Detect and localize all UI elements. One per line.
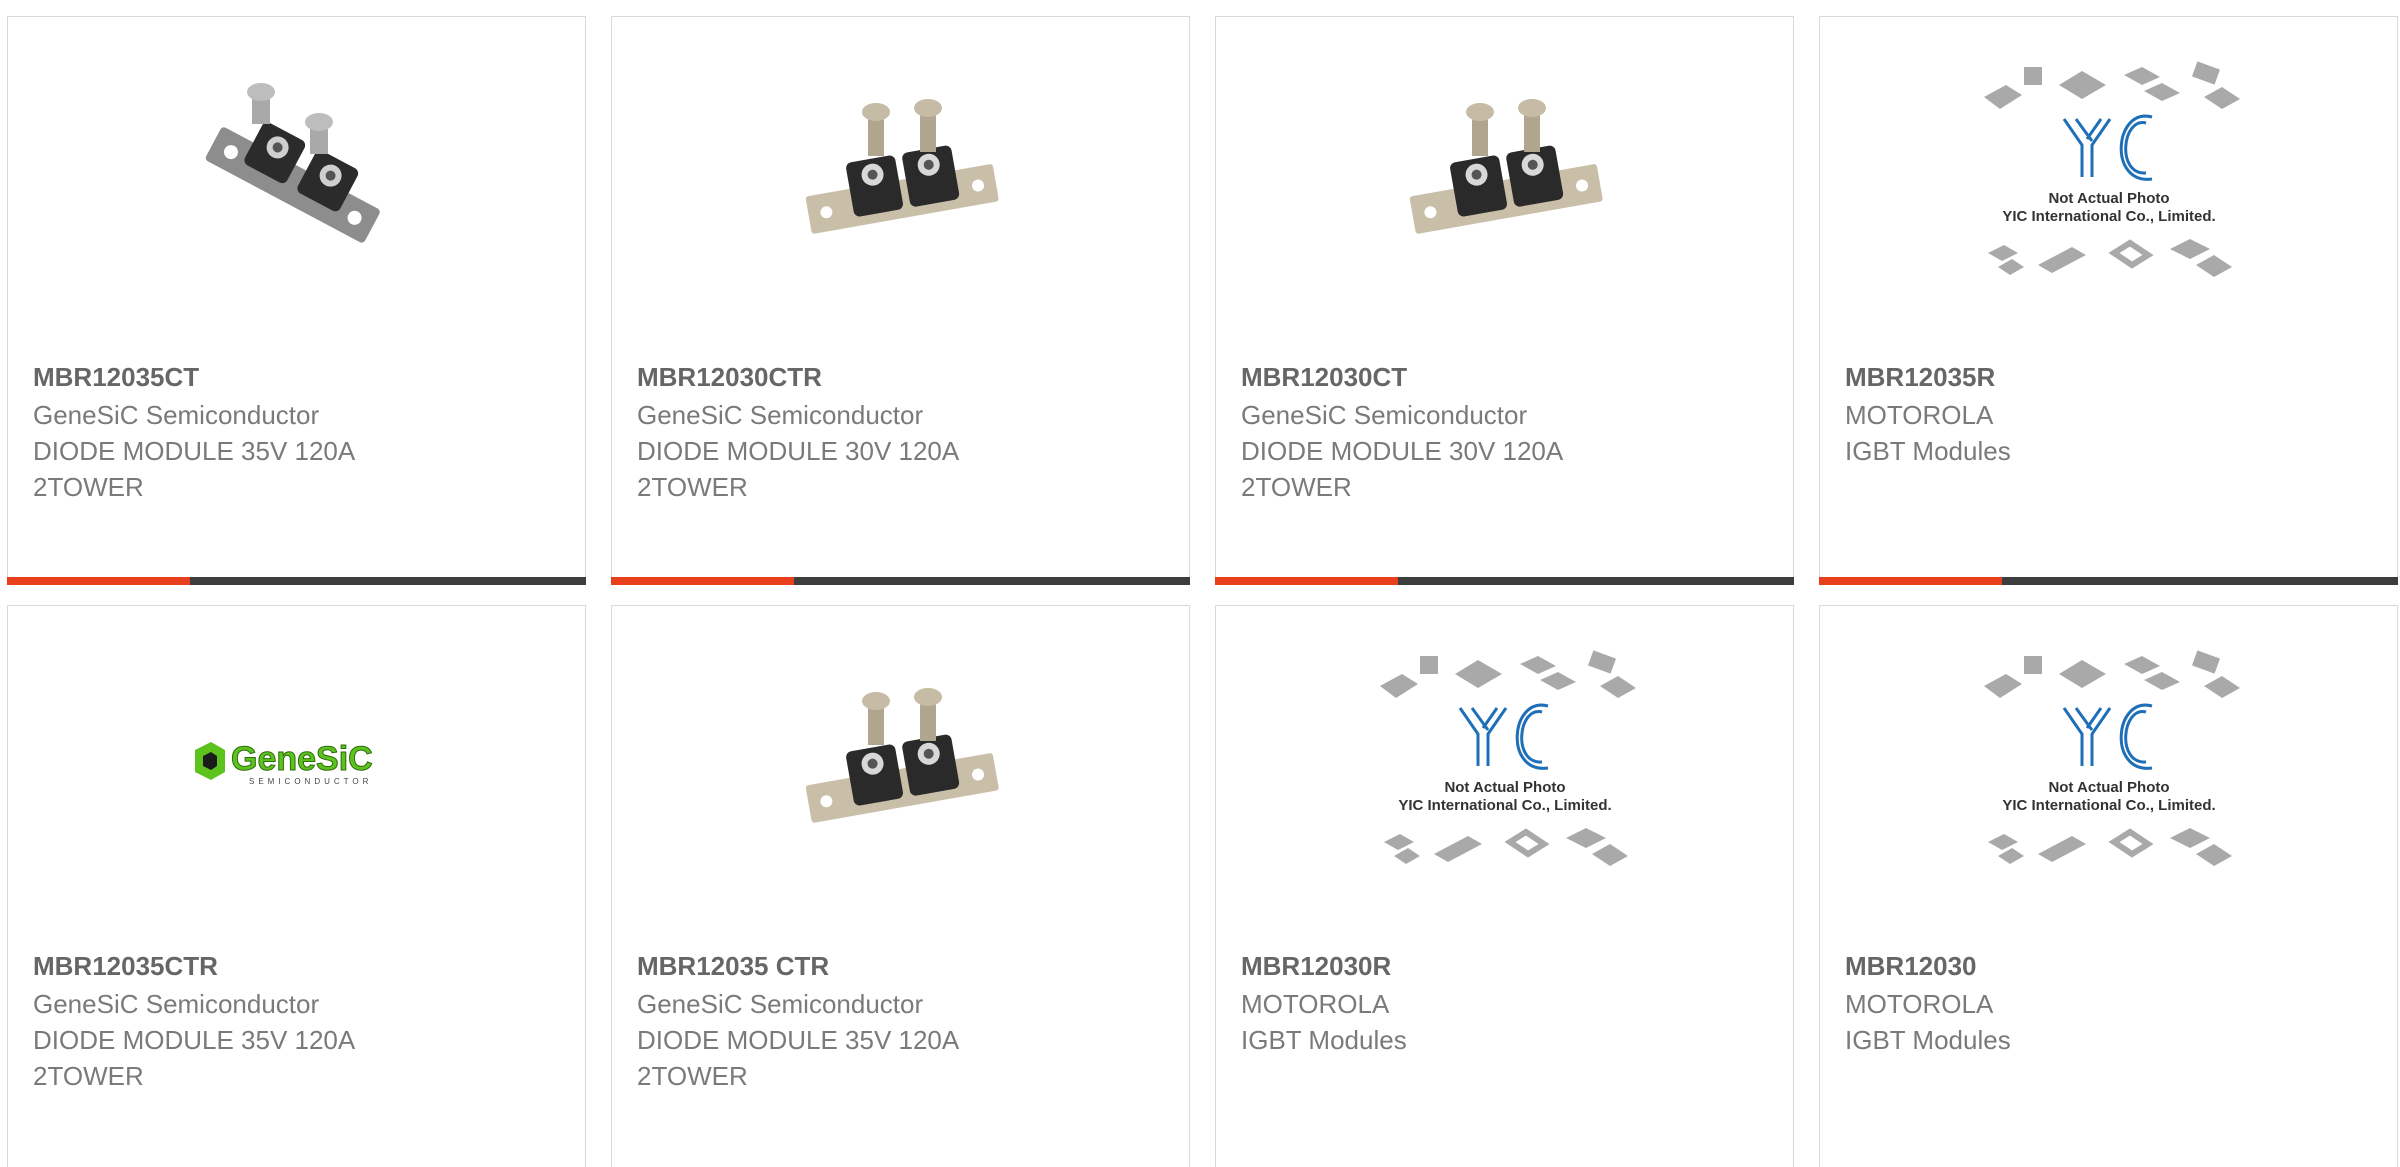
product-card[interactable]: MBR12030CT GeneSiC Semiconductor DIODE M… bbox=[1215, 16, 1794, 585]
part-number[interactable]: MBR12030 bbox=[1845, 948, 2377, 984]
genesic-logo-tagline: SEMICONDUCTOR bbox=[249, 777, 372, 786]
product-info: MBR12035R MOTOROLA IGBT Modules bbox=[1845, 359, 2377, 469]
product-card[interactable]: Not Actual Photo YIC International Co., … bbox=[1819, 16, 2398, 585]
product-image bbox=[8, 67, 585, 287]
product-image bbox=[1216, 67, 1793, 287]
part-number[interactable]: MBR12030CT bbox=[1241, 359, 1773, 395]
yic-placeholder-icon: Not Actual Photo YIC International Co., … bbox=[1983, 650, 2240, 866]
card-bottom-bar bbox=[1215, 577, 1794, 585]
product-info: MBR12030CTR GeneSiC Semiconductor DIODE … bbox=[637, 359, 1169, 505]
genesic-logo-name: GeneSiC bbox=[231, 740, 373, 778]
description: IGBT Modules bbox=[1845, 436, 2011, 466]
product-card[interactable]: GeneSiC SEMICONDUCTOR MBR12035CTR GeneSi… bbox=[7, 605, 586, 1167]
card-accent bbox=[611, 577, 794, 585]
diode-module-icon bbox=[805, 688, 999, 823]
genesic-logo-icon: GeneSiC SEMICONDUCTOR bbox=[194, 740, 373, 786]
description: DIODE MODULE 35V 120A bbox=[637, 1025, 960, 1055]
diode-module-icon bbox=[1409, 99, 1603, 234]
part-number[interactable]: MBR12030CTR bbox=[637, 359, 1169, 395]
card-bottom-bar bbox=[611, 577, 1190, 585]
product-image: Not Actual Photo YIC International Co., … bbox=[1216, 650, 1793, 876]
package: 2TOWER bbox=[33, 1061, 144, 1091]
description: IGBT Modules bbox=[1241, 1025, 1407, 1055]
package: 2TOWER bbox=[33, 472, 144, 502]
diode-module-icon bbox=[805, 99, 999, 234]
placeholder-line2: YIC International Co., Limited. bbox=[2002, 208, 2215, 225]
product-card[interactable]: MBR12035 CTR GeneSiC Semiconductor DIODE… bbox=[611, 605, 1190, 1167]
part-number[interactable]: MBR12035CTR bbox=[33, 948, 565, 984]
part-number[interactable]: MBR12035R bbox=[1845, 359, 2377, 395]
manufacturer: MOTOROLA bbox=[1241, 989, 1390, 1019]
part-number[interactable]: MBR12030R bbox=[1241, 948, 1773, 984]
description: DIODE MODULE 30V 120A bbox=[1241, 436, 1564, 466]
placeholder-line1: Not Actual Photo bbox=[2048, 779, 2169, 796]
product-info: MBR12035CT GeneSiC Semiconductor DIODE M… bbox=[33, 359, 565, 505]
product-info: MBR12030CT GeneSiC Semiconductor DIODE M… bbox=[1241, 359, 1773, 505]
package: 2TOWER bbox=[637, 472, 748, 502]
manufacturer: MOTOROLA bbox=[1845, 989, 1994, 1019]
product-image bbox=[612, 656, 1189, 876]
product-info: MBR12035 CTR GeneSiC Semiconductor DIODE… bbox=[637, 948, 1169, 1094]
product-card[interactable]: Not Actual Photo YIC International Co., … bbox=[1215, 605, 1794, 1167]
manufacturer: GeneSiC Semiconductor bbox=[33, 989, 320, 1019]
placeholder-line2: YIC International Co., Limited. bbox=[1398, 797, 1611, 814]
description: DIODE MODULE 30V 120A bbox=[637, 436, 960, 466]
placeholder-line2: YIC International Co., Limited. bbox=[2002, 797, 2215, 814]
product-image: Not Actual Photo YIC International Co., … bbox=[1820, 61, 2397, 287]
manufacturer: GeneSiC Semiconductor bbox=[637, 989, 924, 1019]
product-image bbox=[612, 67, 1189, 287]
product-image: Not Actual Photo YIC International Co., … bbox=[1820, 650, 2397, 876]
product-info: MBR12035CTR GeneSiC Semiconductor DIODE … bbox=[33, 948, 565, 1094]
package: 2TOWER bbox=[1241, 472, 1352, 502]
yic-placeholder-icon: Not Actual Photo YIC International Co., … bbox=[1379, 650, 1636, 866]
card-bottom-bar bbox=[1819, 577, 2398, 585]
placeholder-line1: Not Actual Photo bbox=[2048, 190, 2169, 207]
manufacturer: GeneSiC Semiconductor bbox=[1241, 400, 1528, 430]
card-accent bbox=[1215, 577, 1398, 585]
placeholder-line1: Not Actual Photo bbox=[1444, 779, 1565, 796]
product-card[interactable]: Not Actual Photo YIC International Co., … bbox=[1819, 605, 2398, 1167]
description: IGBT Modules bbox=[1845, 1025, 2011, 1055]
product-grid: MBR12035CT GeneSiC Semiconductor DIODE M… bbox=[0, 0, 2400, 1167]
part-number[interactable]: MBR12035 CTR bbox=[637, 948, 1169, 984]
manufacturer: GeneSiC Semiconductor bbox=[637, 400, 924, 430]
description: DIODE MODULE 35V 120A bbox=[33, 436, 356, 466]
description: DIODE MODULE 35V 120A bbox=[33, 1025, 356, 1055]
card-accent bbox=[7, 577, 190, 585]
manufacturer: GeneSiC Semiconductor bbox=[33, 400, 320, 430]
yic-placeholder-icon: Not Actual Photo YIC International Co., … bbox=[1983, 61, 2240, 277]
diode-module-icon bbox=[205, 83, 380, 243]
product-info: MBR12030 MOTOROLA IGBT Modules bbox=[1845, 948, 2377, 1058]
card-accent bbox=[1819, 577, 2002, 585]
manufacturer: MOTOROLA bbox=[1845, 400, 1994, 430]
product-image: GeneSiC SEMICONDUCTOR bbox=[8, 656, 585, 876]
product-card[interactable]: MBR12035CT GeneSiC Semiconductor DIODE M… bbox=[7, 16, 586, 585]
part-number[interactable]: MBR12035CT bbox=[33, 359, 565, 395]
card-bottom-bar bbox=[7, 577, 586, 585]
product-info: MBR12030R MOTOROLA IGBT Modules bbox=[1241, 948, 1773, 1058]
package: 2TOWER bbox=[637, 1061, 748, 1091]
product-card[interactable]: MBR12030CTR GeneSiC Semiconductor DIODE … bbox=[611, 16, 1190, 585]
